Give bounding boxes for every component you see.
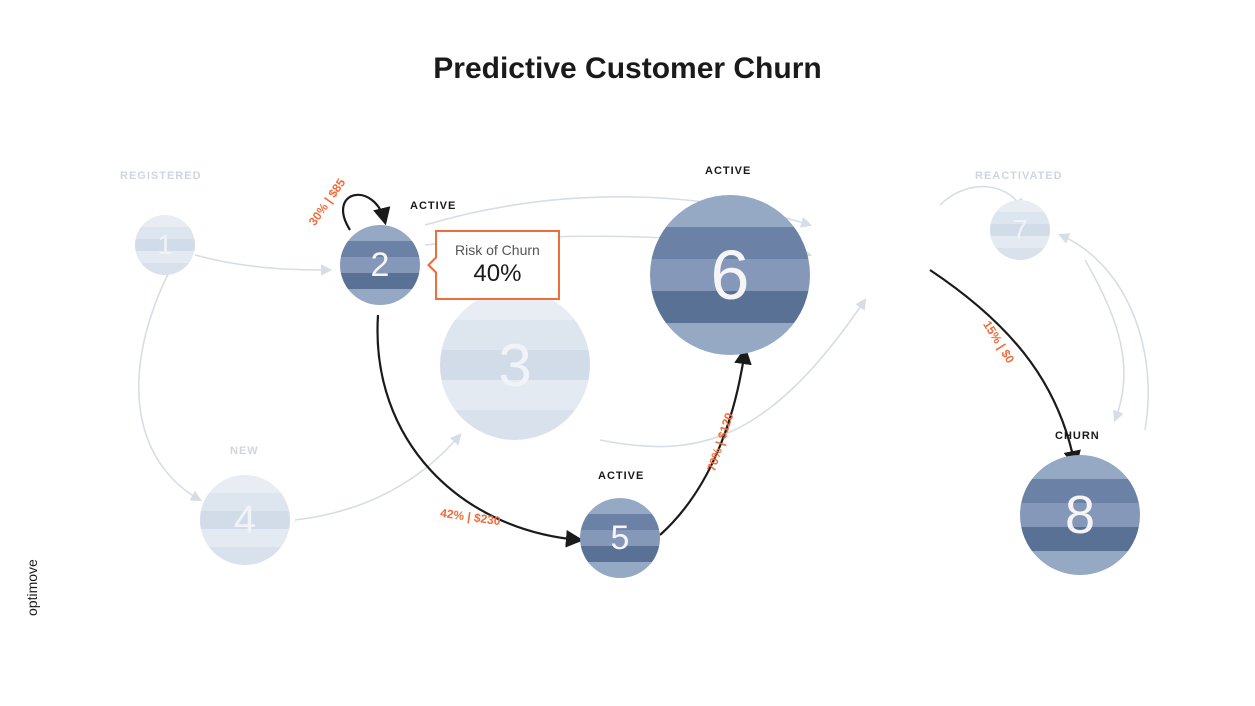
node-7-number: 7 xyxy=(1012,214,1028,246)
node-1-label: REGISTERED xyxy=(120,170,202,182)
node-active-6: 6 xyxy=(650,195,810,355)
node-8-label: CHURN xyxy=(1055,430,1100,442)
brand-watermark: optimove xyxy=(24,559,40,616)
node-2-number: 2 xyxy=(371,246,390,285)
node-6-number: 6 xyxy=(711,235,750,315)
node-5-label: ACTIVE xyxy=(598,470,644,482)
node-5-number: 5 xyxy=(611,519,630,558)
node-8-number: 8 xyxy=(1065,484,1095,546)
node-6-label: ACTIVE xyxy=(705,165,751,177)
node-2-label: ACTIVE xyxy=(410,200,456,212)
node-3-number: 3 xyxy=(498,331,531,400)
edge-label-2-5: 42% | $230 xyxy=(439,506,501,528)
node-active-5: 5 xyxy=(580,498,660,578)
risk-of-churn-tooltip: Risk of Churn 40% xyxy=(435,230,560,300)
node-registered: 1 xyxy=(135,215,195,275)
edge-label-5-6: 70% | $120 xyxy=(704,411,736,473)
churn-state-diagram: REGISTERED 1 ACTIVE 2 3 NEW 4 ACTIVE 5 A… xyxy=(0,140,1255,640)
node-active-2: 2 xyxy=(340,225,420,305)
edge-label-6-8: 15% | $0 xyxy=(980,318,1017,366)
node-new: 4 xyxy=(200,475,290,565)
node-7-label: REACTIVATED xyxy=(975,170,1063,182)
node-1-number: 1 xyxy=(157,229,173,261)
node-3: 3 xyxy=(440,290,590,440)
node-4-label: NEW xyxy=(230,445,259,457)
tooltip-value: 40% xyxy=(455,260,540,288)
tooltip-label: Risk of Churn xyxy=(455,242,540,258)
node-4-number: 4 xyxy=(234,498,256,543)
node-reactivated: 7 xyxy=(990,200,1050,260)
diagram-title: Predictive Customer Churn xyxy=(0,52,1255,86)
edge-label-self-2: 30% | $85 xyxy=(306,176,348,228)
node-churn: 8 xyxy=(1020,455,1140,575)
